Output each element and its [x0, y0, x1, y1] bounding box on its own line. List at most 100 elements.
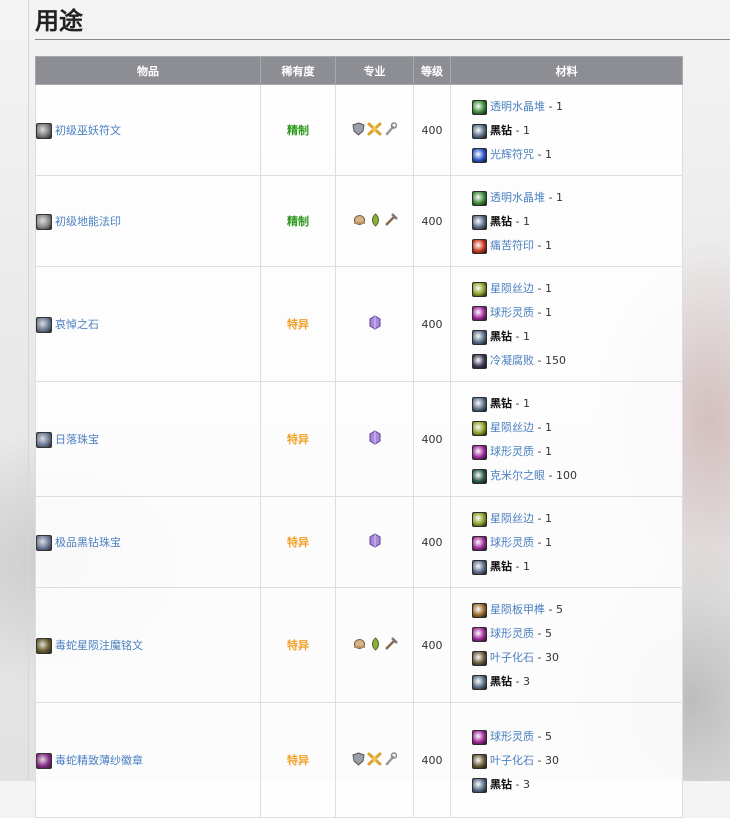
material-name[interactable]: 球形灵质 — [490, 445, 534, 458]
spirit-orb-icon[interactable] — [472, 444, 487, 460]
mourning-stone-icon[interactable] — [36, 316, 52, 333]
black-diamond-icon[interactable] — [472, 559, 487, 575]
spirit-orb-icon[interactable] — [472, 305, 487, 321]
item-link[interactable]: 哀悼之石 — [55, 318, 99, 331]
material-name[interactable]: 叶子化石 — [490, 651, 534, 664]
material-item[interactable]: 星陨丝边 - 1 — [472, 277, 682, 301]
material-name[interactable]: 黑钻 — [490, 124, 512, 137]
material-item[interactable]: 黑钻 - 1 — [472, 119, 682, 143]
spirit-orb-icon[interactable] — [472, 535, 487, 551]
serpent-inscription-icon[interactable] — [36, 637, 52, 654]
material-item[interactable]: 叶子化石 - 30 — [472, 749, 682, 773]
material-item[interactable]: 克米尔之眼 - 100 — [472, 464, 682, 488]
material-quantity: - 1 — [512, 124, 530, 137]
column-header-rarity[interactable]: 稀有度 — [260, 56, 336, 85]
item-link[interactable]: 日落珠宝 — [55, 433, 99, 446]
earth-sigil-icon[interactable] — [36, 213, 52, 230]
material-name[interactable]: 冷凝腐败 — [490, 354, 534, 367]
material-name[interactable]: 球形灵质 — [490, 536, 534, 549]
material-item[interactable]: 星陨丝边 - 1 — [472, 507, 682, 531]
material-item[interactable]: 黑钻 - 1 — [472, 392, 682, 416]
item-link[interactable]: 毒蛇精致薄纱徽章 — [55, 754, 143, 767]
material-name[interactable]: 透明水晶堆 — [490, 191, 545, 204]
material-item[interactable]: 球形灵质 - 1 — [472, 301, 682, 325]
black-diamond-icon[interactable] — [472, 123, 487, 139]
column-header-profession[interactable]: 专业 — [335, 56, 414, 85]
material-name[interactable]: 黑钻 — [490, 560, 512, 573]
profession-icons[interactable] — [369, 533, 381, 548]
material-item[interactable]: 星陨板甲榫 - 5 — [472, 598, 682, 622]
material-name[interactable]: 黑钻 — [490, 330, 512, 343]
item-link[interactable]: 初级巫妖符文 — [55, 124, 121, 137]
material-name[interactable]: 星陨板甲榫 — [490, 603, 545, 616]
material-name[interactable]: 星陨丝边 — [490, 421, 534, 434]
material-name[interactable]: 黑钻 — [490, 215, 512, 228]
material-item[interactable]: 球形灵质 - 5 — [472, 622, 682, 646]
material-item[interactable]: 黑钻 - 1 — [472, 210, 682, 234]
spirit-orb-icon[interactable] — [472, 626, 487, 642]
starfall-lace-icon[interactable] — [472, 511, 487, 527]
material-name[interactable]: 黑钻 — [490, 778, 512, 791]
crystal-pile-icon[interactable] — [472, 190, 487, 206]
material-name[interactable]: 星陨丝边 — [490, 512, 534, 525]
sunset-jewel-icon[interactable] — [36, 431, 52, 448]
material-name[interactable]: 克米尔之眼 — [490, 469, 545, 482]
material-name[interactable]: 球形灵质 — [490, 306, 534, 319]
column-header-materials[interactable]: 材料 — [450, 56, 683, 85]
material-item[interactable]: 球形灵质 - 1 — [472, 531, 682, 555]
material-item[interactable]: 痛苦符印 - 1 — [472, 234, 682, 258]
material-name[interactable]: 透明水晶堆 — [490, 100, 545, 113]
leaf-fossil-icon[interactable] — [472, 753, 487, 769]
material-item[interactable]: 黑钻 - 3 — [472, 773, 682, 797]
material-item[interactable]: 球形灵质 - 5 — [472, 725, 682, 749]
material-item[interactable]: 黑钻 - 3 — [472, 670, 682, 694]
material-name[interactable]: 叶子化石 — [490, 754, 534, 767]
material-item[interactable]: 黑钻 - 1 — [472, 325, 682, 349]
material-name[interactable]: 球形灵质 — [490, 730, 534, 743]
column-header-item[interactable]: 物品 — [35, 56, 261, 85]
profession-icons[interactable] — [352, 121, 397, 136]
radiant-charm-icon[interactable] — [472, 147, 487, 163]
black-diamond-icon[interactable] — [472, 674, 487, 690]
black-diamond-icon[interactable] — [472, 329, 487, 345]
serpent-badge-icon[interactable] — [36, 752, 52, 769]
black-diamond-jewel-icon[interactable] — [36, 534, 52, 551]
material-name[interactable]: 光辉符咒 — [490, 148, 534, 161]
starfall-lace-icon[interactable] — [472, 281, 487, 297]
material-name[interactable]: 痛苦符印 — [490, 239, 534, 252]
profession-icons[interactable] — [352, 636, 398, 651]
condensed-rot-icon[interactable] — [472, 353, 487, 369]
material-name[interactable]: 黑钻 — [490, 675, 512, 688]
black-diamond-icon[interactable] — [472, 777, 487, 793]
material-item[interactable]: 透明水晶堆 - 1 — [472, 95, 682, 119]
material-item[interactable]: 光辉符咒 - 1 — [472, 143, 682, 167]
material-item[interactable]: 透明水晶堆 - 1 — [472, 186, 682, 210]
material-name[interactable]: 星陨丝边 — [490, 282, 534, 295]
profession-icons[interactable] — [369, 430, 381, 445]
rune-orb-icon[interactable] — [36, 122, 52, 139]
material-item[interactable]: 冷凝腐败 - 150 — [472, 349, 682, 373]
black-diamond-icon[interactable] — [472, 214, 487, 230]
item-link[interactable]: 极品黑钻珠宝 — [55, 536, 121, 549]
item-link[interactable]: 毒蛇星陨注魔铭文 — [55, 639, 143, 652]
column-header-level[interactable]: 等级 — [413, 56, 451, 85]
starfall-lace-icon[interactable] — [472, 420, 487, 436]
profession-icons[interactable] — [352, 751, 397, 766]
material-item[interactable]: 黑钻 - 1 — [472, 555, 682, 579]
black-diamond-icon[interactable] — [472, 396, 487, 412]
profession-icons[interactable] — [369, 315, 381, 330]
pain-sigil-icon[interactable] — [472, 238, 487, 254]
profession-cell — [335, 84, 414, 176]
material-item[interactable]: 叶子化石 - 30 — [472, 646, 682, 670]
material-name[interactable]: 黑钻 — [490, 397, 512, 410]
material-name[interactable]: 球形灵质 — [490, 627, 534, 640]
starfall-plate-icon[interactable] — [472, 602, 487, 618]
crystal-pile-icon[interactable] — [472, 99, 487, 115]
leaf-fossil-icon[interactable] — [472, 650, 487, 666]
profession-icons[interactable] — [352, 212, 398, 227]
spirit-orb-icon[interactable] — [472, 729, 487, 745]
material-item[interactable]: 星陨丝边 - 1 — [472, 416, 682, 440]
item-link[interactable]: 初级地能法印 — [55, 215, 121, 228]
material-item[interactable]: 球形灵质 - 1 — [472, 440, 682, 464]
kamir-eye-icon[interactable] — [472, 468, 487, 484]
